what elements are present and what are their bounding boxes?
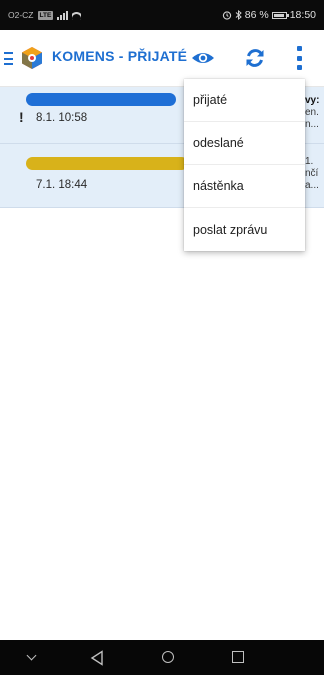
message-date: 7.1. 18:44 xyxy=(36,179,88,191)
carrier-name: O2-CZ xyxy=(8,10,34,20)
message-snippet: vy: xyxy=(305,95,320,106)
network-badge: LTE xyxy=(37,10,54,20)
battery-icon xyxy=(271,11,289,19)
message-snippet: en. xyxy=(305,107,319,118)
overflow-menu-icon[interactable] xyxy=(296,46,302,70)
eye-icon[interactable] xyxy=(191,49,215,67)
alarm-icon xyxy=(222,11,231,20)
message-date: 8.1. 10:58 xyxy=(36,112,88,124)
signal-icon xyxy=(57,10,69,20)
page-title: KOMENS - PŘIJATÉ xyxy=(52,48,188,64)
refresh-icon[interactable] xyxy=(244,47,266,69)
message-snippet: nčí xyxy=(305,168,319,179)
menu-item-send-message[interactable]: poslat zprávu xyxy=(184,208,305,251)
redacted-sender xyxy=(26,93,176,106)
app-logo xyxy=(22,47,42,69)
wifi-icon xyxy=(72,11,82,20)
status-bar: O2-CZ LTE 86 % 18:50 xyxy=(0,0,324,30)
hide-keyboard-icon[interactable] xyxy=(26,650,37,661)
menu-item-received[interactable]: přijaté xyxy=(184,79,305,122)
redacted-sender xyxy=(26,157,188,170)
navigation-bar xyxy=(0,640,324,675)
message-snippet: a... xyxy=(305,180,319,191)
bluetooth-icon xyxy=(235,10,242,20)
message-snippet: 1. xyxy=(305,156,314,167)
clock: 18:50 xyxy=(289,9,316,21)
message-snippet: n... xyxy=(305,119,319,130)
back-icon[interactable] xyxy=(90,650,104,666)
status-left: O2-CZ LTE xyxy=(8,10,82,20)
menu-item-noticeboard[interactable]: nástěnka xyxy=(184,165,305,208)
overflow-menu: přijaté odeslané nástěnka poslat zprávu xyxy=(184,79,305,251)
battery-percent: 86 % xyxy=(244,9,269,21)
recents-icon[interactable] xyxy=(232,651,244,663)
hamburger-icon[interactable] xyxy=(4,52,13,65)
important-mark: ! xyxy=(19,109,24,125)
menu-item-sent[interactable]: odeslané xyxy=(184,122,305,165)
home-icon[interactable] xyxy=(162,651,174,663)
status-right: 86 % 18:50 xyxy=(222,0,316,30)
